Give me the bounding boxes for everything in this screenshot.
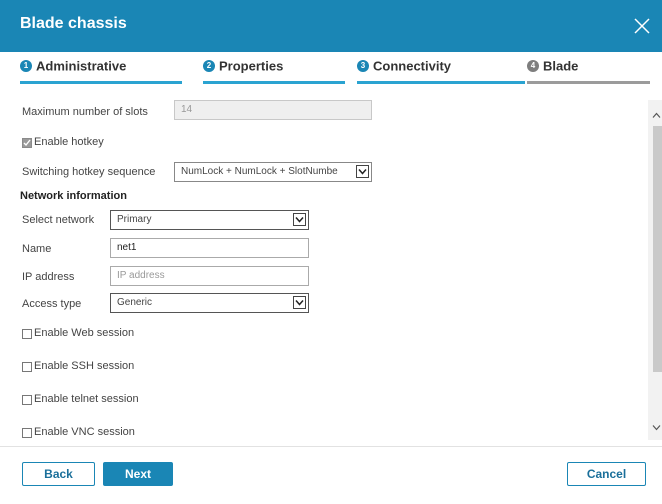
dialog-titlebar: Blade chassis xyxy=(0,0,662,52)
close-button[interactable] xyxy=(632,16,652,36)
enable-web-session-checkbox[interactable] xyxy=(22,329,32,339)
enable-telnet-session-label: Enable telnet session xyxy=(34,393,139,405)
enable-telnet-session-checkbox[interactable] xyxy=(22,395,32,405)
step-administrative[interactable]: 1 Administrative xyxy=(20,57,182,86)
scroll-down-button[interactable] xyxy=(651,420,662,431)
max-slots-label: Maximum number of slots xyxy=(22,106,148,118)
chevron-down-icon xyxy=(295,300,304,306)
enable-ssh-session-checkbox[interactable] xyxy=(22,362,32,372)
select-network-value: Primary xyxy=(117,214,152,225)
chevron-down-icon xyxy=(295,217,304,223)
hotkey-seq-select[interactable]: NumLock + NumLock + SlotNumbe xyxy=(174,162,372,182)
step-progress-bar xyxy=(20,81,182,84)
max-slots-field: 14 xyxy=(174,100,372,120)
enable-vnc-session-label: Enable VNC session xyxy=(34,426,135,438)
footer-divider xyxy=(0,446,662,447)
step-label: Connectivity xyxy=(373,58,452,74)
step-number: 4 xyxy=(527,59,539,72)
hotkey-seq-label: Switching hotkey sequence xyxy=(22,166,156,178)
close-icon xyxy=(634,18,650,34)
dropdown-arrow[interactable] xyxy=(293,296,306,309)
step-number: 1 xyxy=(20,59,32,72)
step-blade[interactable]: 4 Blade xyxy=(527,57,650,86)
select-network-dropdown[interactable]: Primary xyxy=(110,210,309,230)
chevron-down-icon xyxy=(652,425,661,431)
ip-address-input[interactable]: IP address xyxy=(110,266,309,286)
network-section-heading: Network information xyxy=(20,190,127,202)
step-number: 2 xyxy=(203,59,215,72)
check-icon xyxy=(23,139,31,147)
scrollbar-thumb[interactable] xyxy=(653,126,662,372)
enable-hotkey-label: Enable hotkey xyxy=(34,136,104,148)
access-type-dropdown[interactable]: Generic xyxy=(110,293,309,313)
step-connectivity[interactable]: 3 Connectivity xyxy=(357,57,525,86)
enable-hotkey-checkbox[interactable] xyxy=(22,138,32,148)
step-label: Properties xyxy=(219,58,284,74)
enable-web-session-label: Enable Web session xyxy=(34,327,135,339)
step-progress-bar xyxy=(203,81,345,84)
step-progress-bar xyxy=(357,81,525,84)
chevron-down-icon xyxy=(358,169,367,175)
dialog-title: Blade chassis xyxy=(20,15,127,32)
name-input[interactable]: net1 xyxy=(110,238,309,258)
dropdown-arrow[interactable] xyxy=(293,213,306,226)
scroll-up-button[interactable] xyxy=(651,108,662,119)
step-progress-bar xyxy=(527,81,650,84)
cancel-button[interactable]: Cancel xyxy=(567,462,646,486)
dropdown-arrow[interactable] xyxy=(356,165,369,178)
step-number: 3 xyxy=(357,59,369,72)
step-properties[interactable]: 2 Properties xyxy=(203,57,345,86)
chevron-up-icon xyxy=(652,112,661,118)
enable-ssh-session-label: Enable SSH session xyxy=(34,360,135,372)
name-label: Name xyxy=(22,243,52,255)
step-label: Administrative xyxy=(36,58,127,74)
form-content: Maximum number of slots 14 Enable hotkey… xyxy=(0,86,648,446)
hotkey-seq-value: NumLock + NumLock + SlotNumbe xyxy=(181,166,338,177)
ip-address-label: IP address xyxy=(22,271,75,283)
back-button[interactable]: Back xyxy=(22,462,95,486)
access-type-value: Generic xyxy=(117,297,153,308)
next-button[interactable]: Next xyxy=(103,462,173,486)
step-label: Blade xyxy=(543,58,579,74)
select-network-label: Select network xyxy=(22,214,95,226)
enable-vnc-session-checkbox[interactable] xyxy=(22,428,32,438)
wizard-steps: 1 Administrative 2 Properties 3 Connectivit… xyxy=(0,52,662,86)
access-type-label: Access type xyxy=(22,298,82,310)
